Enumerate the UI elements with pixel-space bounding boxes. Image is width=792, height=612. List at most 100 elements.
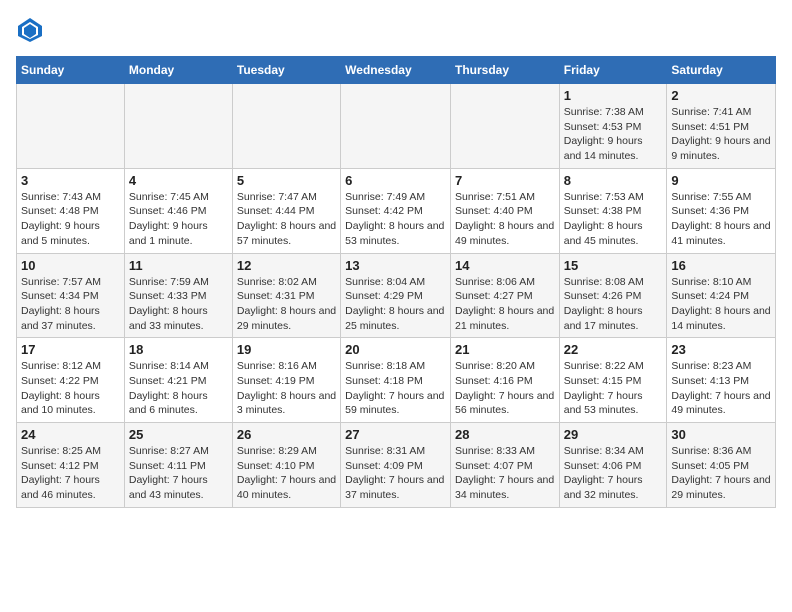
page-header (16, 16, 776, 44)
calendar-cell: 23Sunrise: 8:23 AM Sunset: 4:13 PM Dayli… (667, 338, 776, 423)
day-of-week-header: Wednesday (341, 57, 451, 84)
calendar-cell: 10 Sunrise: 7:57 AM Sunset: 4:34 PM Dayli… (17, 253, 125, 338)
calendar-cell (341, 84, 451, 169)
day-info: Sunrise: 8:08 AM Sunset: 4:26 PM Dayligh… (564, 275, 663, 334)
day-number: 10 (21, 258, 120, 273)
day-info: Sunrise: 7:59 AM Sunset: 4:33 PM Dayligh… (129, 275, 228, 334)
calendar-cell (17, 84, 125, 169)
day-info: Sunrise: 8:16 AM Sunset: 4:19 PM Dayligh… (237, 359, 336, 418)
day-number: 30 (671, 427, 771, 442)
day-info: Sunrise: 7:53 AM Sunset: 4:38 PM Dayligh… (564, 190, 663, 249)
day-number: 2 (671, 88, 771, 103)
day-number: 7 (455, 173, 555, 188)
day-number: 22 (564, 342, 663, 357)
day-info: Sunrise: 7:57 AM Sunset: 4:34 PM Dayligh… (21, 275, 120, 334)
calendar-cell: 7Sunrise: 7:51 AM Sunset: 4:40 PM Daylig… (450, 168, 559, 253)
calendar-cell: 9 Sunrise: 7:55 AM Sunset: 4:36 PM Daylig… (667, 168, 776, 253)
day-info: Sunrise: 8:04 AM Sunset: 4:29 PM Dayligh… (345, 275, 446, 334)
day-number: 17 (21, 342, 120, 357)
day-number: 23 (671, 342, 771, 357)
calendar-cell: 16 Sunrise: 8:10 AM Sunset: 4:24 PM Dayli… (667, 253, 776, 338)
day-info: Sunrise: 8:27 AM Sunset: 4:11 PM Dayligh… (129, 444, 228, 503)
day-info: Sunrise: 8:33 AM Sunset: 4:07 PM Dayligh… (455, 444, 555, 503)
day-number: 26 (237, 427, 336, 442)
day-number: 1 (564, 88, 663, 103)
calendar-cell: 1 Sunrise: 7:38 AM Sunset: 4:53 PM Daylig… (559, 84, 667, 169)
calendar-cell: 17 Sunrise: 8:12 AM Sunset: 4:22 PM Dayli… (17, 338, 125, 423)
calendar-cell: 4 Sunrise: 7:45 AM Sunset: 4:46 PM Daylig… (124, 168, 232, 253)
calendar-cell: 29 Sunrise: 8:34 AM Sunset: 4:06 PM Dayli… (559, 423, 667, 508)
day-number: 18 (129, 342, 228, 357)
calendar-cell: 12 Sunrise: 8:02 AM Sunset: 4:31 PM Dayli… (232, 253, 340, 338)
day-of-week-header: Sunday (17, 57, 125, 84)
day-info: Sunrise: 8:20 AM Sunset: 4:16 PM Dayligh… (455, 359, 555, 418)
calendar-cell: 24Sunrise: 8:25 AM Sunset: 4:12 PM Dayli… (17, 423, 125, 508)
calendar-cell: 30Sunrise: 8:36 AM Sunset: 4:05 PM Dayli… (667, 423, 776, 508)
day-number: 9 (671, 173, 771, 188)
calendar-cell: 6 Sunrise: 7:49 AM Sunset: 4:42 PM Daylig… (341, 168, 451, 253)
calendar-cell: 14 Sunrise: 8:06 AM Sunset: 4:27 PM Dayli… (450, 253, 559, 338)
day-info: Sunrise: 8:02 AM Sunset: 4:31 PM Dayligh… (237, 275, 336, 334)
logo (16, 16, 48, 44)
logo-icon (16, 16, 44, 44)
day-number: 6 (345, 173, 446, 188)
day-info: Sunrise: 7:38 AM Sunset: 4:53 PM Dayligh… (564, 105, 663, 164)
day-number: 12 (237, 258, 336, 273)
day-of-week-header: Monday (124, 57, 232, 84)
calendar-cell: 20 Sunrise: 8:18 AM Sunset: 4:18 PM Dayli… (341, 338, 451, 423)
day-info: Sunrise: 8:25 AM Sunset: 4:12 PM Dayligh… (21, 444, 120, 503)
day-info: Sunrise: 7:47 AM Sunset: 4:44 PM Dayligh… (237, 190, 336, 249)
day-info: Sunrise: 7:55 AM Sunset: 4:36 PM Dayligh… (671, 190, 771, 249)
calendar-cell: 3 Sunrise: 7:43 AM Sunset: 4:48 PM Daylig… (17, 168, 125, 253)
day-of-week-header: Thursday (450, 57, 559, 84)
day-info: Sunrise: 8:29 AM Sunset: 4:10 PM Dayligh… (237, 444, 336, 503)
day-number: 3 (21, 173, 120, 188)
day-number: 28 (455, 427, 555, 442)
day-number: 25 (129, 427, 228, 442)
calendar-cell: 13 Sunrise: 8:04 AM Sunset: 4:29 PM Dayli… (341, 253, 451, 338)
day-number: 13 (345, 258, 446, 273)
calendar-cell (450, 84, 559, 169)
day-info: Sunrise: 8:10 AM Sunset: 4:24 PM Dayligh… (671, 275, 771, 334)
day-info: Sunrise: 8:06 AM Sunset: 4:27 PM Dayligh… (455, 275, 555, 334)
calendar-cell (232, 84, 340, 169)
calendar-cell: 22 Sunrise: 8:22 AM Sunset: 4:15 PM Dayli… (559, 338, 667, 423)
day-of-week-header: Friday (559, 57, 667, 84)
day-info: Sunrise: 7:43 AM Sunset: 4:48 PM Dayligh… (21, 190, 120, 249)
day-number: 11 (129, 258, 228, 273)
calendar-cell: 27 Sunrise: 8:31 AM Sunset: 4:09 PM Dayli… (341, 423, 451, 508)
day-info: Sunrise: 7:49 AM Sunset: 4:42 PM Dayligh… (345, 190, 446, 249)
calendar-cell: 26 Sunrise: 8:29 AM Sunset: 4:10 PM Dayli… (232, 423, 340, 508)
day-number: 29 (564, 427, 663, 442)
day-number: 8 (564, 173, 663, 188)
day-info: Sunrise: 8:31 AM Sunset: 4:09 PM Dayligh… (345, 444, 446, 503)
day-info: Sunrise: 8:18 AM Sunset: 4:18 PM Dayligh… (345, 359, 446, 418)
calendar-cell: 18 Sunrise: 8:14 AM Sunset: 4:21 PM Dayli… (124, 338, 232, 423)
calendar-cell: 25 Sunrise: 8:27 AM Sunset: 4:11 PM Dayli… (124, 423, 232, 508)
calendar-cell: 2 Sunrise: 7:41 AM Sunset: 4:51 PM Daylig… (667, 84, 776, 169)
day-info: Sunrise: 8:12 AM Sunset: 4:22 PM Dayligh… (21, 359, 120, 418)
calendar-cell: 8 Sunrise: 7:53 AM Sunset: 4:38 PM Daylig… (559, 168, 667, 253)
calendar-cell: 28 Sunrise: 8:33 AM Sunset: 4:07 PM Dayli… (450, 423, 559, 508)
day-info: Sunrise: 8:14 AM Sunset: 4:21 PM Dayligh… (129, 359, 228, 418)
day-number: 5 (237, 173, 336, 188)
day-number: 15 (564, 258, 663, 273)
day-number: 14 (455, 258, 555, 273)
calendar-cell: 21 Sunrise: 8:20 AM Sunset: 4:16 PM Dayli… (450, 338, 559, 423)
calendar-cell (124, 84, 232, 169)
day-info: Sunrise: 7:45 AM Sunset: 4:46 PM Dayligh… (129, 190, 228, 249)
day-number: 4 (129, 173, 228, 188)
day-info: Sunrise: 8:34 AM Sunset: 4:06 PM Dayligh… (564, 444, 663, 503)
day-number: 19 (237, 342, 336, 357)
calendar-cell: 15 Sunrise: 8:08 AM Sunset: 4:26 PM Dayli… (559, 253, 667, 338)
day-info: Sunrise: 8:22 AM Sunset: 4:15 PM Dayligh… (564, 359, 663, 418)
day-number: 21 (455, 342, 555, 357)
day-number: 27 (345, 427, 446, 442)
calendar-cell: 5 Sunrise: 7:47 AM Sunset: 4:44 PM Daylig… (232, 168, 340, 253)
calendar-table: SundayMondayTuesdayWednesdayThursdayFrid… (16, 56, 776, 508)
calendar-cell: 11 Sunrise: 7:59 AM Sunset: 4:33 PM Dayli… (124, 253, 232, 338)
day-of-week-header: Saturday (667, 57, 776, 84)
day-number: 16 (671, 258, 771, 273)
day-info: Sunrise: 7:41 AM Sunset: 4:51 PM Dayligh… (671, 105, 771, 164)
day-number: 20 (345, 342, 446, 357)
